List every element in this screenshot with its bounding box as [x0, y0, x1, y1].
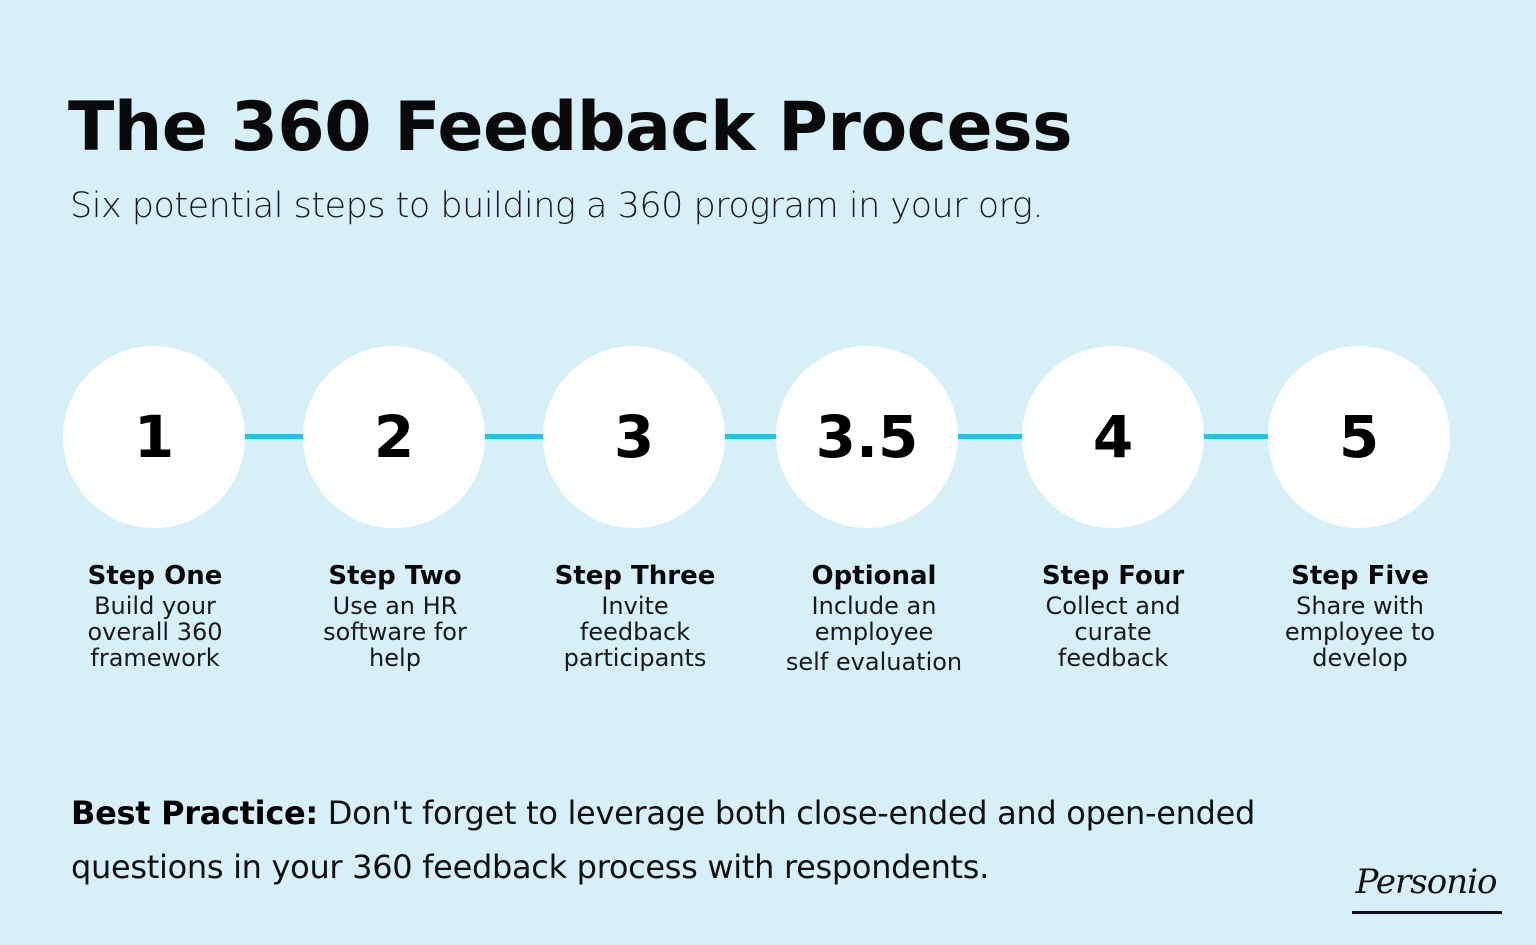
- step-number: 3.5: [815, 403, 919, 471]
- step-description-line: framework: [90, 644, 220, 672]
- step-circle: 2: [303, 346, 485, 528]
- personio-logo: Personio: [1350, 862, 1502, 914]
- step-number: 2: [373, 403, 415, 471]
- step-title: Step Three: [554, 561, 716, 591]
- step-description-line: employee to: [1284, 618, 1436, 646]
- step-description-line: Include an: [811, 592, 937, 620]
- step-description-line: Collect and: [1045, 592, 1181, 620]
- step-circle: 4: [1022, 346, 1204, 528]
- step-description-line: curate: [1074, 618, 1152, 646]
- step-circle: 5: [1268, 346, 1450, 528]
- step-number: 1: [133, 403, 175, 471]
- step-caption: Optional Include an employee self evalua…: [759, 560, 989, 675]
- step-circle: 1: [63, 346, 245, 528]
- page-subtitle: Six potential steps to building a 360 pr…: [70, 186, 1044, 226]
- step-description-line: overall 360: [87, 618, 223, 646]
- step-description-line: participants: [563, 644, 707, 672]
- step-description-line: employee: [814, 618, 934, 646]
- step-caption: Step Two Use an HR software for help: [280, 560, 510, 671]
- step-title: Step Two: [328, 561, 462, 591]
- logo-wordmark: Personio: [1355, 862, 1498, 902]
- step-description-line: feedback: [1057, 644, 1169, 672]
- best-practice-label: Best Practice:: [71, 794, 318, 832]
- step-caption: Step Three Invite feedback participants: [520, 560, 750, 671]
- step-title: Step One: [87, 561, 223, 591]
- step-caption: Step Four Collect and curate feedback: [998, 560, 1228, 671]
- step-number: 4: [1092, 403, 1134, 471]
- step-number: 5: [1338, 403, 1380, 471]
- step-title: Optional: [811, 561, 937, 591]
- connector-line: [723, 434, 780, 439]
- best-practice-note: Best Practice: Don't forget to leverage …: [71, 786, 1361, 894]
- page-title: The 360 Feedback Process: [68, 88, 1073, 167]
- step-description-line: Share with: [1296, 592, 1424, 620]
- step-description-line: Use an HR: [332, 592, 458, 620]
- step-description-line: Build your: [94, 592, 216, 620]
- connector-line: [1203, 434, 1271, 439]
- step-description-line: develop: [1312, 644, 1408, 672]
- step-title: Step Four: [1041, 561, 1185, 591]
- step-number: 3: [613, 403, 655, 471]
- connector-line: [957, 434, 1025, 439]
- step-title: Step Five: [1291, 561, 1429, 591]
- step-circle: 3: [543, 346, 725, 528]
- logo-underline: [1352, 911, 1502, 914]
- step-caption: Step Five Share with employee to develop: [1245, 560, 1475, 671]
- step-circle: 3.5: [776, 346, 958, 528]
- step-description-line: software for: [323, 618, 467, 646]
- step-description-line: Invite: [601, 592, 669, 620]
- step-description-line: self evaluation: [785, 648, 963, 676]
- step-description-line: feedback: [579, 618, 691, 646]
- step-description-line: help: [369, 644, 421, 672]
- connector-line: [484, 434, 546, 439]
- connector-line: [244, 434, 306, 439]
- step-caption: Step One Build your overall 360 framewor…: [40, 560, 270, 671]
